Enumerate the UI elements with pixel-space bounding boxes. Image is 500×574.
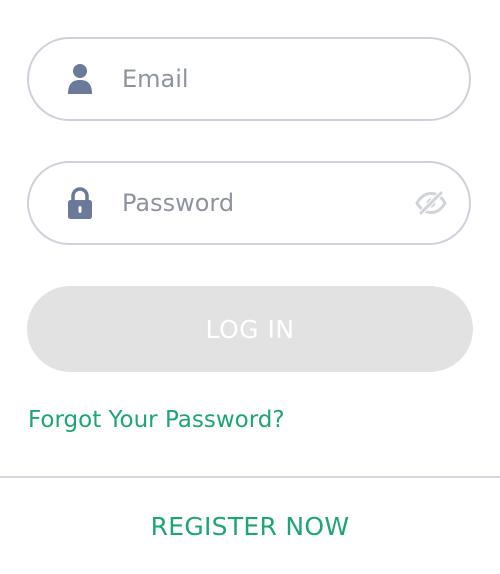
lock-icon [68, 187, 92, 219]
eye-off-icon[interactable] [415, 190, 447, 216]
password-input[interactable] [122, 163, 399, 243]
divider [0, 476, 500, 478]
email-input[interactable] [122, 39, 399, 119]
register-now-link[interactable]: REGISTER NOW [0, 512, 500, 541]
login-button[interactable]: LOG IN [27, 286, 473, 372]
user-icon [68, 64, 92, 94]
forgot-password-link[interactable]: Forgot Your Password? [28, 407, 285, 433]
email-field-container[interactable] [27, 37, 471, 121]
password-field-container[interactable] [27, 161, 471, 245]
